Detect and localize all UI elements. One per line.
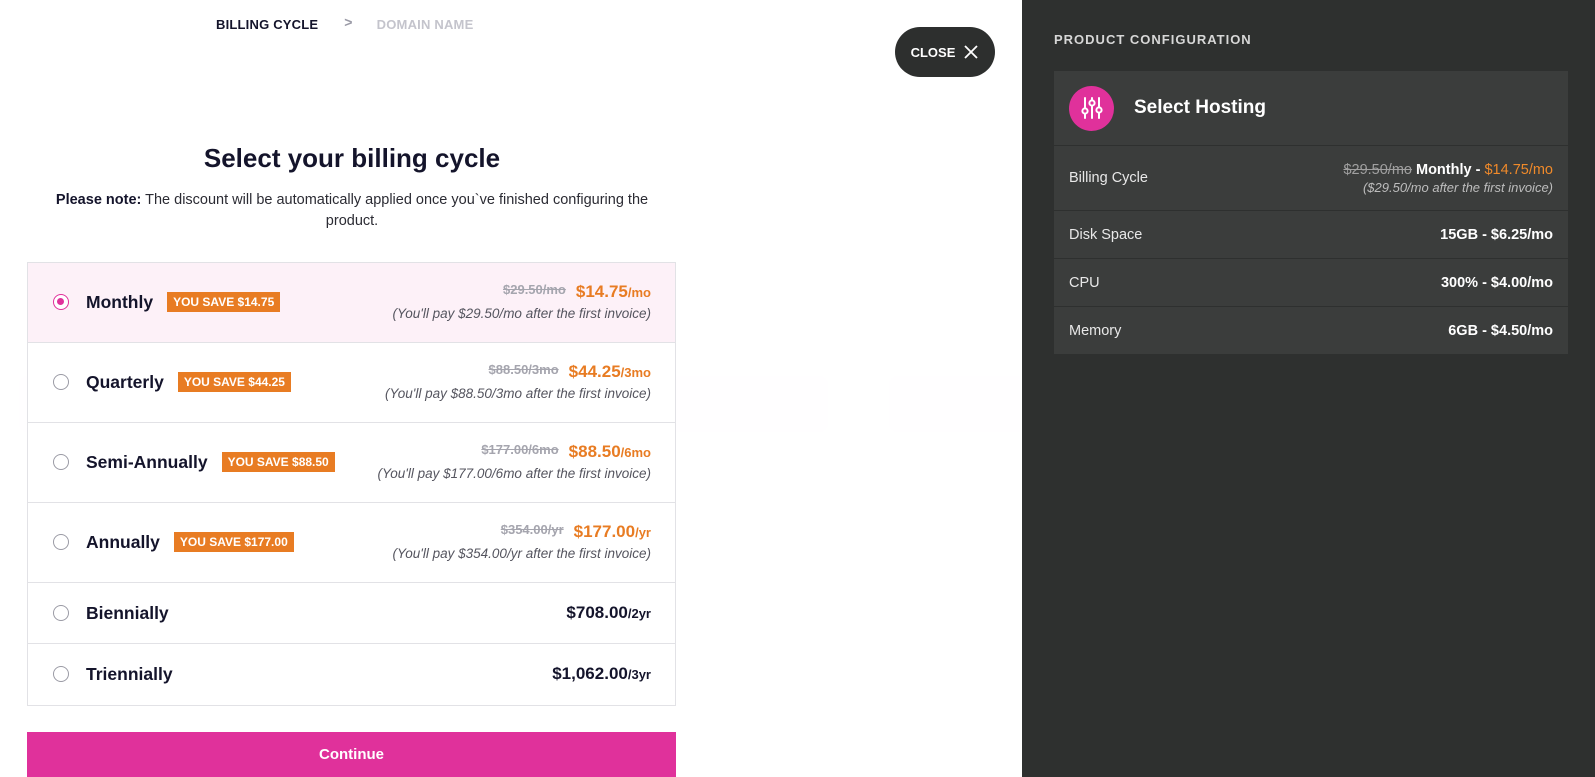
current-price: $14.75/mo — [1484, 161, 1553, 178]
note-label: Please note: — [55, 192, 142, 208]
after-invoice-note: (You'll pay $177.00/6mo after the first … — [377, 466, 651, 481]
product-name: Select Hosting — [1134, 97, 1266, 118]
continue-button[interactable]: Continue — [27, 732, 676, 777]
price-unit: /yr — [635, 525, 651, 540]
cycle-name: Monthly - — [1416, 161, 1485, 178]
option-quarterly[interactable]: Quarterly YOU SAVE $44.25 $88.50/3mo $44.2… — [28, 343, 675, 423]
cpu-row: CPU 300% - $4.00/mo — [1054, 259, 1568, 307]
step-billing-cycle[interactable]: BILLING CYCLE — [216, 17, 318, 32]
old-price: $29.50/mo — [1343, 161, 1412, 178]
old-price: $177.00/6mo — [481, 442, 559, 457]
price-unit: /6mo — [620, 445, 651, 460]
option-name: Semi-Annually YOU SAVE $88.50 — [86, 452, 335, 474]
chevron-right-icon: > — [344, 14, 353, 30]
option-price: $354.00/yr $177.00/yr (You'll pay $354.00… — [393, 522, 651, 561]
billing-cycle-row: Billing Cycle $29.50/mo Monthly - $14.75… — [1054, 146, 1568, 211]
new-price: $14.75/mo — [576, 282, 651, 301]
option-price: $1,062.00/3yr — [552, 664, 651, 684]
old-price: $354.00/yr — [500, 522, 564, 537]
radio-button[interactable] — [53, 666, 69, 682]
row-value: 6GB - $4.50/mo — [1448, 322, 1553, 339]
radio-button[interactable] — [53, 294, 69, 310]
row-label: Billing Cycle — [1069, 170, 1148, 186]
option-name: Annually YOU SAVE $177.00 — [86, 532, 294, 554]
option-monthly[interactable]: Monthly YOU SAVE $14.75 $29.50/mo $14.75/m… — [28, 263, 675, 343]
after-invoice-note: (You'll pay $88.50/3mo after the first i… — [385, 386, 651, 401]
close-button[interactable]: CLOSE — [895, 27, 995, 77]
option-biennially[interactable]: Biennially $708.00/2yr — [28, 583, 675, 644]
option-label: Annually — [86, 532, 160, 552]
row-value: 15GB - $6.25/mo — [1440, 226, 1553, 243]
radio-button[interactable] — [53, 534, 69, 550]
option-name: Monthly YOU SAVE $14.75 — [86, 292, 281, 314]
option-label: Monthly — [86, 292, 154, 312]
price-unit: /mo — [627, 285, 651, 300]
stepper: BILLING CYCLE > DOMAIN NAME — [216, 14, 474, 32]
new-price: $177.00/yr — [574, 522, 651, 541]
row-value: $29.50/mo Monthly - $14.75/mo ($29.50/mo… — [1343, 162, 1553, 195]
price-value: $14.75 — [575, 282, 628, 301]
option-price: $88.50/3mo $44.25/3mo (You'll pay $88.50/… — [385, 362, 651, 401]
config-card: Select Hosting Billing Cycle $29.50/mo M… — [1054, 71, 1568, 355]
disk-space-row: Disk Space 15GB - $6.25/mo — [1054, 211, 1568, 259]
after-invoice-note: ($29.50/mo after the first invoice) — [1362, 179, 1553, 195]
close-icon — [964, 45, 979, 59]
option-label: Triennially — [86, 664, 173, 684]
price-value: $88.50 — [568, 442, 621, 461]
option-semi-annually[interactable]: Semi-Annually YOU SAVE $88.50 $177.00/6mo… — [28, 423, 675, 503]
option-label: Biennially — [86, 603, 169, 623]
price-value: $708.00 — [566, 603, 628, 622]
price-value: $1,062.00 — [552, 664, 628, 683]
radio-button[interactable] — [53, 605, 69, 621]
option-label: Quarterly — [86, 372, 164, 392]
radio-button[interactable] — [53, 454, 69, 470]
price-value: $177.00 — [573, 522, 636, 541]
option-annually[interactable]: Annually YOU SAVE $177.00 $354.00/yr $177.… — [28, 503, 675, 583]
new-price: $44.25/3mo — [569, 362, 651, 381]
option-price: $708.00/2yr — [566, 603, 651, 623]
save-badge: YOU SAVE $14.75 — [167, 292, 281, 312]
row-label: Memory — [1069, 322, 1122, 339]
config-header: Select Hosting — [1054, 71, 1568, 146]
old-price: $29.50/mo — [503, 282, 566, 297]
close-label: CLOSE — [910, 44, 956, 60]
old-price: $88.50/3mo — [488, 362, 559, 377]
page-title: Select your billing cycle — [203, 143, 501, 173]
after-invoice-note: (You'll pay $29.50/mo after the first in… — [392, 306, 651, 321]
save-badge: YOU SAVE $177.00 — [173, 532, 294, 552]
option-name: Quarterly YOU SAVE $44.25 — [86, 372, 291, 394]
new-price: $88.50/6mo — [569, 442, 651, 461]
save-badge: YOU SAVE $44.25 — [177, 372, 291, 392]
price-unit: /3yr — [627, 667, 651, 682]
memory-row: Memory 6GB - $4.50/mo — [1054, 307, 1568, 355]
price-unit: /3mo — [620, 365, 651, 380]
price-unit: /2yr — [627, 606, 651, 621]
after-invoice-note: (You'll pay $354.00/yr after the first i… — [392, 546, 651, 561]
discount-note: Please note: The discount will be automa… — [40, 190, 664, 232]
option-price: $177.00/6mo $88.50/6mo (You'll pay $177.0… — [378, 442, 651, 481]
price: $1,062.00/3yr — [552, 664, 651, 683]
row-label: Disk Space — [1069, 226, 1143, 243]
price-value: $44.25 — [568, 362, 621, 381]
option-triennially[interactable]: Triennially $1,062.00/3yr — [28, 644, 675, 705]
row-label: CPU — [1069, 274, 1100, 291]
price: $708.00/2yr — [566, 603, 651, 622]
product-configuration-panel: PRODUCT CONFIGURATION Select Hosting Bil… — [1022, 0, 1595, 777]
row-value: 300% - $4.00/mo — [1440, 274, 1553, 291]
note-text: The discount will be automatically appli… — [141, 192, 649, 229]
option-label: Semi-Annually — [86, 452, 208, 472]
billing-cycle-modal: BILLING CYCLE > DOMAIN NAME CLOSE Select… — [0, 0, 1020, 777]
save-badge: YOU SAVE $88.50 — [221, 452, 335, 472]
radio-button[interactable] — [53, 374, 69, 390]
step-domain-name[interactable]: DOMAIN NAME — [377, 17, 474, 32]
option-price: $29.50/mo $14.75/mo (You'll pay $29.50/mo… — [393, 282, 651, 321]
sliders-icon — [1069, 85, 1114, 131]
panel-title: PRODUCT CONFIGURATION — [1054, 32, 1252, 47]
billing-options: Monthly YOU SAVE $14.75 $29.50/mo $14.75/m… — [27, 262, 676, 706]
